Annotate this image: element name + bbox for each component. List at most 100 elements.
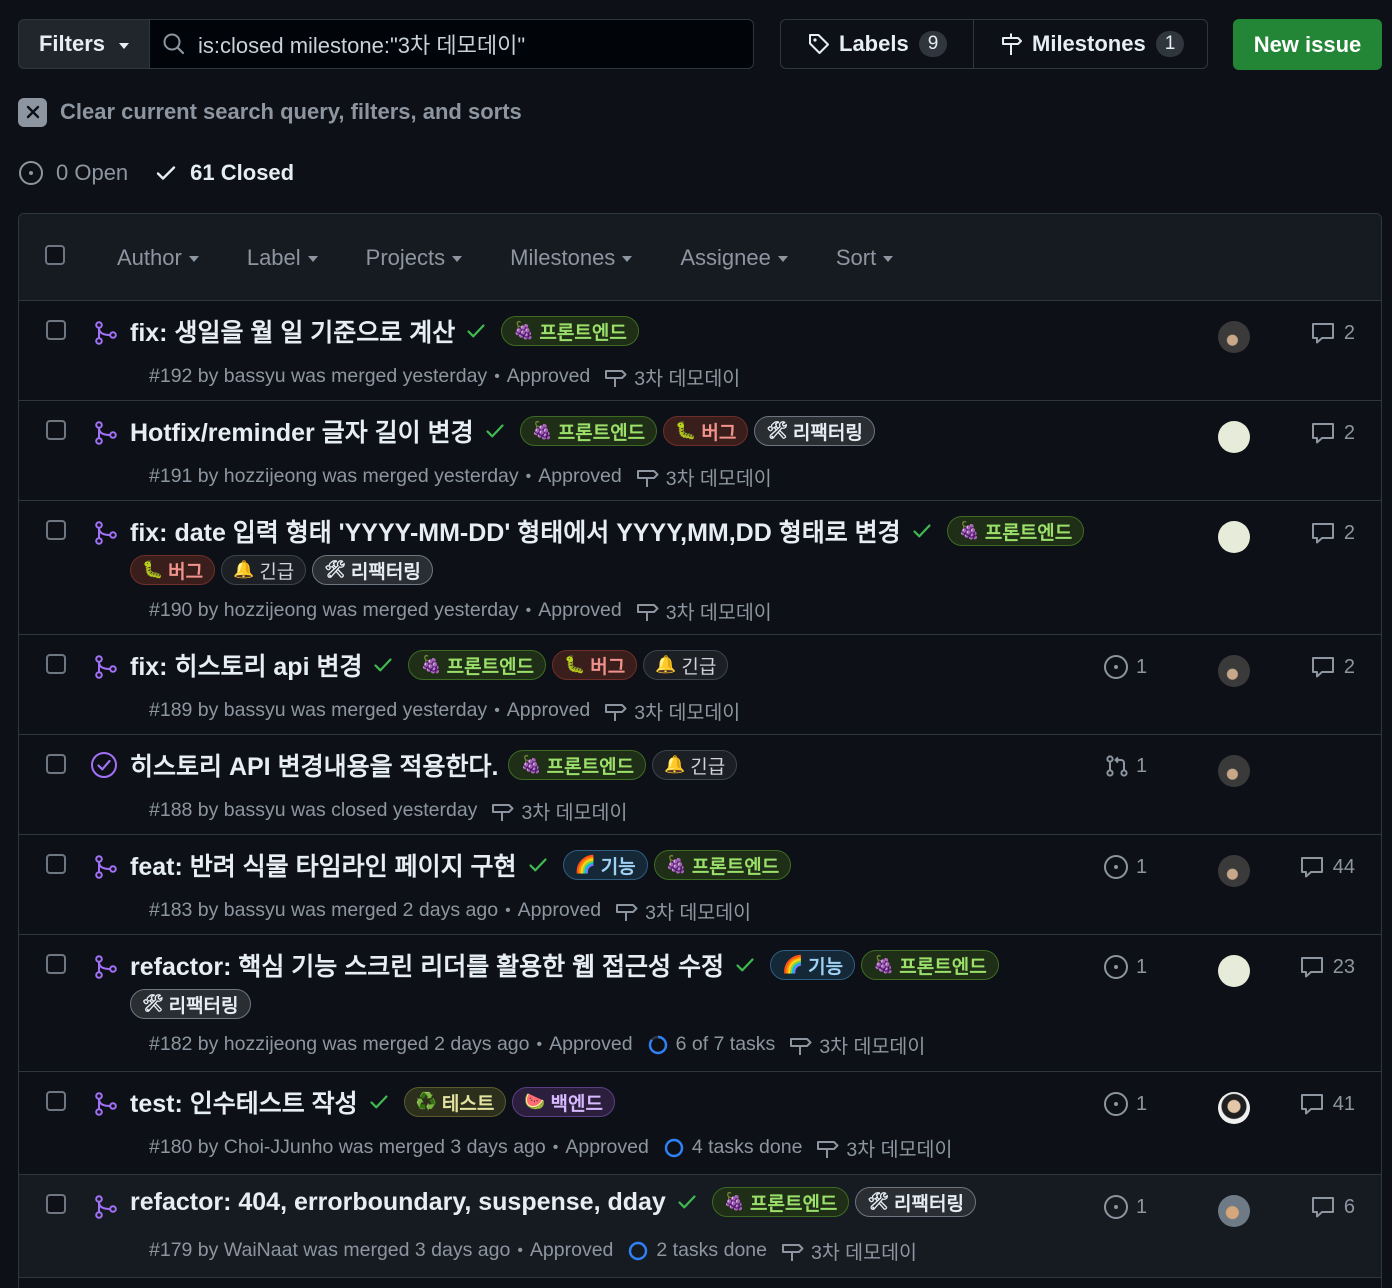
- milestone-link[interactable]: 3차 데모데이: [604, 696, 740, 725]
- comments-link[interactable]: 2: [1310, 320, 1355, 346]
- label-feature[interactable]: 🌈 기능: [562, 850, 648, 880]
- filters-button[interactable]: Filters: [18, 19, 150, 69]
- task-progress[interactable]: 6 of 7 tasks: [647, 1033, 775, 1056]
- review-status[interactable]: Approved: [530, 1239, 613, 1262]
- filter-milestones[interactable]: Milestones: [510, 245, 633, 271]
- linked-issue[interactable]: 1: [1103, 1091, 1147, 1117]
- issue-title-link[interactable]: 히스토리 API 변경내용을 적용한다.: [130, 747, 498, 783]
- row-checkbox[interactable]: [46, 320, 66, 340]
- review-status[interactable]: Approved: [549, 1033, 632, 1056]
- review-status[interactable]: Approved: [538, 465, 621, 488]
- label-bug[interactable]: 🐛 버그: [663, 416, 749, 446]
- milestone-link[interactable]: 3차 데모데이: [636, 462, 772, 491]
- comments-link[interactable]: 2: [1310, 654, 1355, 680]
- label-bug[interactable]: 🐛 버그: [130, 555, 216, 585]
- select-all-checkbox[interactable]: [45, 245, 65, 265]
- issue-title-link[interactable]: test: 인수테스트 작성: [130, 1084, 358, 1120]
- milestone-link[interactable]: 3차 데모데이: [604, 362, 740, 391]
- label-frontend[interactable]: 🍇 프론트엔드: [861, 950, 999, 980]
- issue-title-link[interactable]: feat: 반려 식물 타임라인 페이지 구현: [130, 847, 517, 883]
- label-frontend[interactable]: 🍇 프론트엔드: [519, 416, 658, 446]
- filter-assignee[interactable]: Assignee: [680, 245, 788, 271]
- row-checkbox[interactable]: [46, 1194, 66, 1214]
- labels-button[interactable]: Labels 9: [781, 20, 974, 68]
- review-status[interactable]: Approved: [507, 365, 590, 388]
- label-frontend[interactable]: 🍇 프론트엔드: [711, 1187, 850, 1217]
- review-status[interactable]: Approved: [518, 899, 601, 922]
- closed-tab[interactable]: 61 Closed: [154, 160, 294, 186]
- avatar[interactable]: [1218, 1092, 1250, 1124]
- review-status[interactable]: Approved: [538, 599, 621, 622]
- comments-link[interactable]: 44: [1299, 854, 1355, 880]
- search-input[interactable]: [198, 31, 718, 57]
- row-checkbox[interactable]: [46, 654, 66, 674]
- avatar[interactable]: [1218, 521, 1250, 553]
- label-urgent[interactable]: 🔔 긴급: [652, 750, 738, 780]
- milestones-button[interactable]: Milestones 1: [974, 20, 1207, 68]
- milestone-link[interactable]: 3차 데모데이: [636, 596, 772, 625]
- comments-link[interactable]: 2: [1310, 520, 1355, 546]
- filter-projects[interactable]: Projects: [366, 245, 463, 271]
- avatar[interactable]: [1218, 855, 1250, 887]
- new-issue-button[interactable]: New issue: [1233, 19, 1382, 70]
- filter-author[interactable]: Author: [117, 245, 199, 271]
- issue-title-link[interactable]: fix: date 입력 형태 'YYYY-MM-DD' 형태에서 YYYY,M…: [130, 513, 901, 549]
- milestone-link[interactable]: 3차 데모데이: [789, 1030, 925, 1059]
- task-progress[interactable]: 4 tasks done: [663, 1136, 802, 1159]
- search-field[interactable]: [149, 19, 754, 69]
- row-checkbox[interactable]: [46, 1091, 66, 1111]
- avatar[interactable]: [1218, 421, 1250, 453]
- avatar[interactable]: [1218, 755, 1250, 787]
- milestone-link[interactable]: 3차 데모데이: [781, 1236, 917, 1265]
- linked-issue[interactable]: 1: [1103, 1194, 1147, 1220]
- issue-title-link[interactable]: refactor: 핵심 기능 스크린 리더를 활용한 웹 접근성 수정: [130, 947, 724, 983]
- row-checkbox[interactable]: [46, 854, 66, 874]
- label-bug[interactable]: 🐛 버그: [552, 650, 638, 680]
- label-frontend[interactable]: 🍇 프론트엔드: [501, 316, 639, 346]
- label-urgent[interactable]: 🔔 긴급: [221, 555, 307, 585]
- filter-sort[interactable]: Sort: [836, 245, 894, 271]
- open-tab[interactable]: 0 Open: [18, 160, 128, 186]
- avatar[interactable]: [1218, 955, 1250, 987]
- review-status[interactable]: Approved: [507, 699, 590, 722]
- label-test[interactable]: ♻️ 테스트: [403, 1087, 507, 1117]
- linked-issue[interactable]: 1: [1103, 654, 1147, 680]
- label-frontend[interactable]: 🍇 프론트엔드: [946, 516, 1085, 546]
- label-refactor[interactable]: 🛠 리팩터링: [130, 989, 251, 1019]
- label-feature[interactable]: 🌈 기능: [769, 950, 856, 980]
- comments-link[interactable]: 41: [1299, 1091, 1355, 1117]
- issue-title-link[interactable]: fix: 생일을 월 일 기준으로 계산: [130, 313, 455, 349]
- avatar[interactable]: [1218, 1195, 1250, 1227]
- issue-title-link[interactable]: fix: 히스토리 api 변경: [130, 647, 362, 683]
- row-checkbox[interactable]: [46, 420, 66, 440]
- avatar[interactable]: [1218, 655, 1250, 687]
- issue-title-link[interactable]: Hotfix/reminder 글자 길이 변경: [130, 413, 474, 449]
- filter-label[interactable]: Label: [247, 245, 318, 271]
- label-frontend[interactable]: 🍇 프론트엔드: [653, 850, 792, 880]
- linked-pr[interactable]: 1: [1105, 754, 1147, 778]
- task-progress[interactable]: 2 tasks done: [627, 1239, 767, 1262]
- label-refactor[interactable]: 🛠 리팩터링: [312, 555, 433, 585]
- avatar[interactable]: [1218, 321, 1250, 353]
- milestone-link[interactable]: 3차 데모데이: [491, 796, 627, 825]
- label-frontend[interactable]: 🍇 프론트엔드: [408, 650, 547, 680]
- comments-link[interactable]: 2: [1310, 420, 1355, 446]
- comments-link[interactable]: 23: [1299, 954, 1355, 980]
- linked-issue[interactable]: 1: [1103, 854, 1147, 880]
- milestone-link[interactable]: 3차 데모데이: [615, 896, 751, 925]
- label-refactor[interactable]: 🛠 리팩터링: [855, 1187, 976, 1217]
- comments-link[interactable]: 6: [1310, 1194, 1355, 1220]
- issue-title-link[interactable]: refactor: 404, errorboundary, suspense, …: [130, 1188, 666, 1217]
- linked-issue[interactable]: 1: [1103, 954, 1147, 980]
- row-checkbox[interactable]: [46, 754, 66, 774]
- row-checkbox[interactable]: [46, 954, 66, 974]
- label-urgent[interactable]: 🔔 긴급: [643, 650, 729, 680]
- label-text: 프론트엔드: [539, 322, 627, 344]
- label-frontend[interactable]: 🍇 프론트엔드: [508, 750, 647, 780]
- label-refactor[interactable]: 🛠 리팩터링: [754, 416, 875, 446]
- clear-query-link[interactable]: Clear current search query, filters, and…: [18, 97, 522, 127]
- label-backend[interactable]: 🍉 백엔드: [512, 1087, 615, 1117]
- review-status[interactable]: Approved: [565, 1136, 648, 1159]
- milestone-link[interactable]: 3차 데모데이: [816, 1133, 952, 1162]
- row-checkbox[interactable]: [46, 520, 66, 540]
